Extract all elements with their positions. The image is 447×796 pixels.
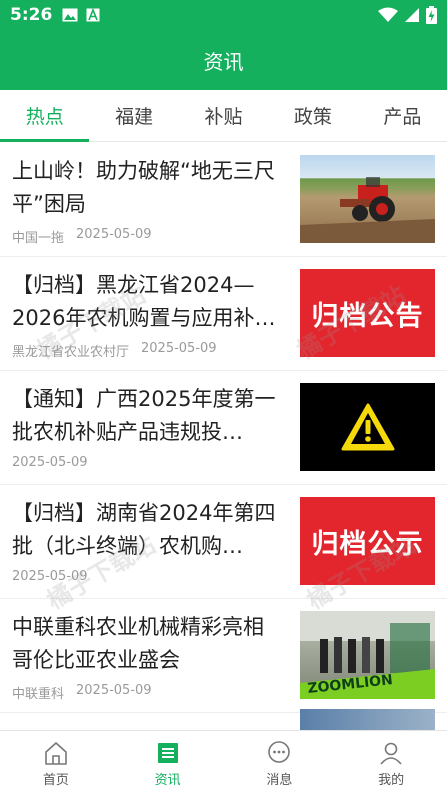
news-thumbnail-archive-notice: 归档公告 — [300, 269, 435, 357]
tab-policy[interactable]: 政策 — [268, 90, 357, 141]
news-meta: 黑龙江省农业农村厅 2025-05-09 — [12, 341, 217, 360]
news-thumbnail-warning — [300, 383, 435, 471]
status-bar: 5:26 — [0, 0, 447, 30]
a-badge-icon — [86, 8, 100, 22]
page-title: 资讯 — [203, 49, 244, 74]
news-date: 2025-05-09 — [76, 227, 152, 242]
wifi-icon — [378, 7, 398, 22]
nav-profile[interactable]: 我的 — [335, 731, 447, 796]
nav-profile-label: 我的 — [378, 772, 405, 788]
news-thumbnail-event-photo: ZOOMLION — [300, 611, 435, 699]
news-list: 上山岭！助力破解“地无三尺平”困局 中国一拖 2025-05-09 【归档】黑龙… — [0, 143, 447, 730]
news-item-partial[interactable] — [0, 709, 447, 730]
news-date: 2025-05-09 — [141, 341, 217, 356]
news-source: 中国一拖 — [12, 231, 65, 246]
news-thumbnail-archive-publicity: 归档公示 — [300, 497, 435, 585]
tractor-illustration — [300, 177, 435, 243]
tab-hot[interactable]: 热点 — [0, 90, 90, 142]
nav-messages-label: 消息 — [266, 772, 293, 788]
news-thumbnail-partial — [300, 709, 435, 730]
status-system-icons — [378, 6, 437, 24]
message-icon — [268, 740, 291, 763]
news-thumbnail-tractor — [300, 155, 435, 243]
status-notification-icons — [62, 8, 100, 22]
news-item[interactable]: 中联重科农业机械精彩亮相哥伦比亚农业盛会 中联重科 2025-05-09 ZOO… — [0, 599, 447, 713]
tab-subsidy[interactable]: 补贴 — [179, 90, 268, 141]
nav-home[interactable]: 首页 — [0, 731, 112, 796]
news-meta: 2025-05-09 — [12, 455, 88, 470]
battery-charging-icon — [426, 6, 437, 24]
tab-fujian[interactable]: 福建 — [89, 90, 178, 141]
news-source: 黑龙江省农业农村厅 — [12, 345, 130, 360]
news-icon — [157, 742, 178, 763]
news-item[interactable]: 【归档】黑龙江省2024—2026年农机购置与应用补… 黑龙江省农业农村厅 20… — [0, 257, 447, 371]
nav-news[interactable]: 资讯 — [112, 731, 224, 796]
news-title: 中联重科农业机械精彩亮相哥伦比亚农业盛会 — [12, 615, 264, 672]
category-tabs: 热点 福建 补贴 政策 产品 — [0, 90, 447, 142]
news-date: 2025-05-09 — [76, 683, 152, 698]
zoomlion-event-illustration: ZOOMLION — [300, 611, 435, 699]
news-title: 【归档】湖南省2024年第四批（北斗终端）农机购… — [12, 501, 276, 558]
app-header: 资讯 — [0, 30, 447, 90]
news-title: 上山岭！助力破解“地无三尺平”困局 — [12, 159, 275, 216]
nav-news-label: 资讯 — [154, 772, 181, 788]
news-meta: 中国一拖 2025-05-09 — [12, 227, 152, 246]
news-meta: 2025-05-09 — [12, 569, 88, 584]
status-time: 5:26 — [10, 5, 53, 25]
news-meta: 中联重科 2025-05-09 — [12, 683, 152, 702]
image-icon — [62, 8, 78, 22]
news-source: 中联重科 — [12, 687, 65, 702]
news-item[interactable]: 上山岭！助力破解“地无三尺平”困局 中国一拖 2025-05-09 — [0, 143, 447, 257]
profile-icon — [380, 742, 402, 765]
nav-home-label: 首页 — [42, 772, 69, 788]
tab-product[interactable]: 产品 — [358, 90, 447, 141]
news-title: 【通知】广西2025年度第一批农机补贴产品违规投… — [12, 387, 276, 444]
signal-icon — [405, 8, 419, 22]
news-item[interactable]: 【归档】湖南省2024年第四批（北斗终端）农机购… 2025-05-09 归档公… — [0, 485, 447, 599]
news-date: 2025-05-09 — [12, 569, 88, 584]
news-date: 2025-05-09 — [12, 455, 88, 470]
bottom-nav: 首页 资讯 消息 我的 — [0, 730, 447, 796]
warning-triangle-icon — [341, 403, 394, 451]
news-title: 【归档】黑龙江省2024—2026年农机购置与应用补… — [12, 273, 276, 330]
nav-messages[interactable]: 消息 — [224, 731, 336, 796]
news-item[interactable]: 【通知】广西2025年度第一批农机补贴产品违规投… 2025-05-09 — [0, 371, 447, 485]
home-icon — [45, 741, 67, 765]
